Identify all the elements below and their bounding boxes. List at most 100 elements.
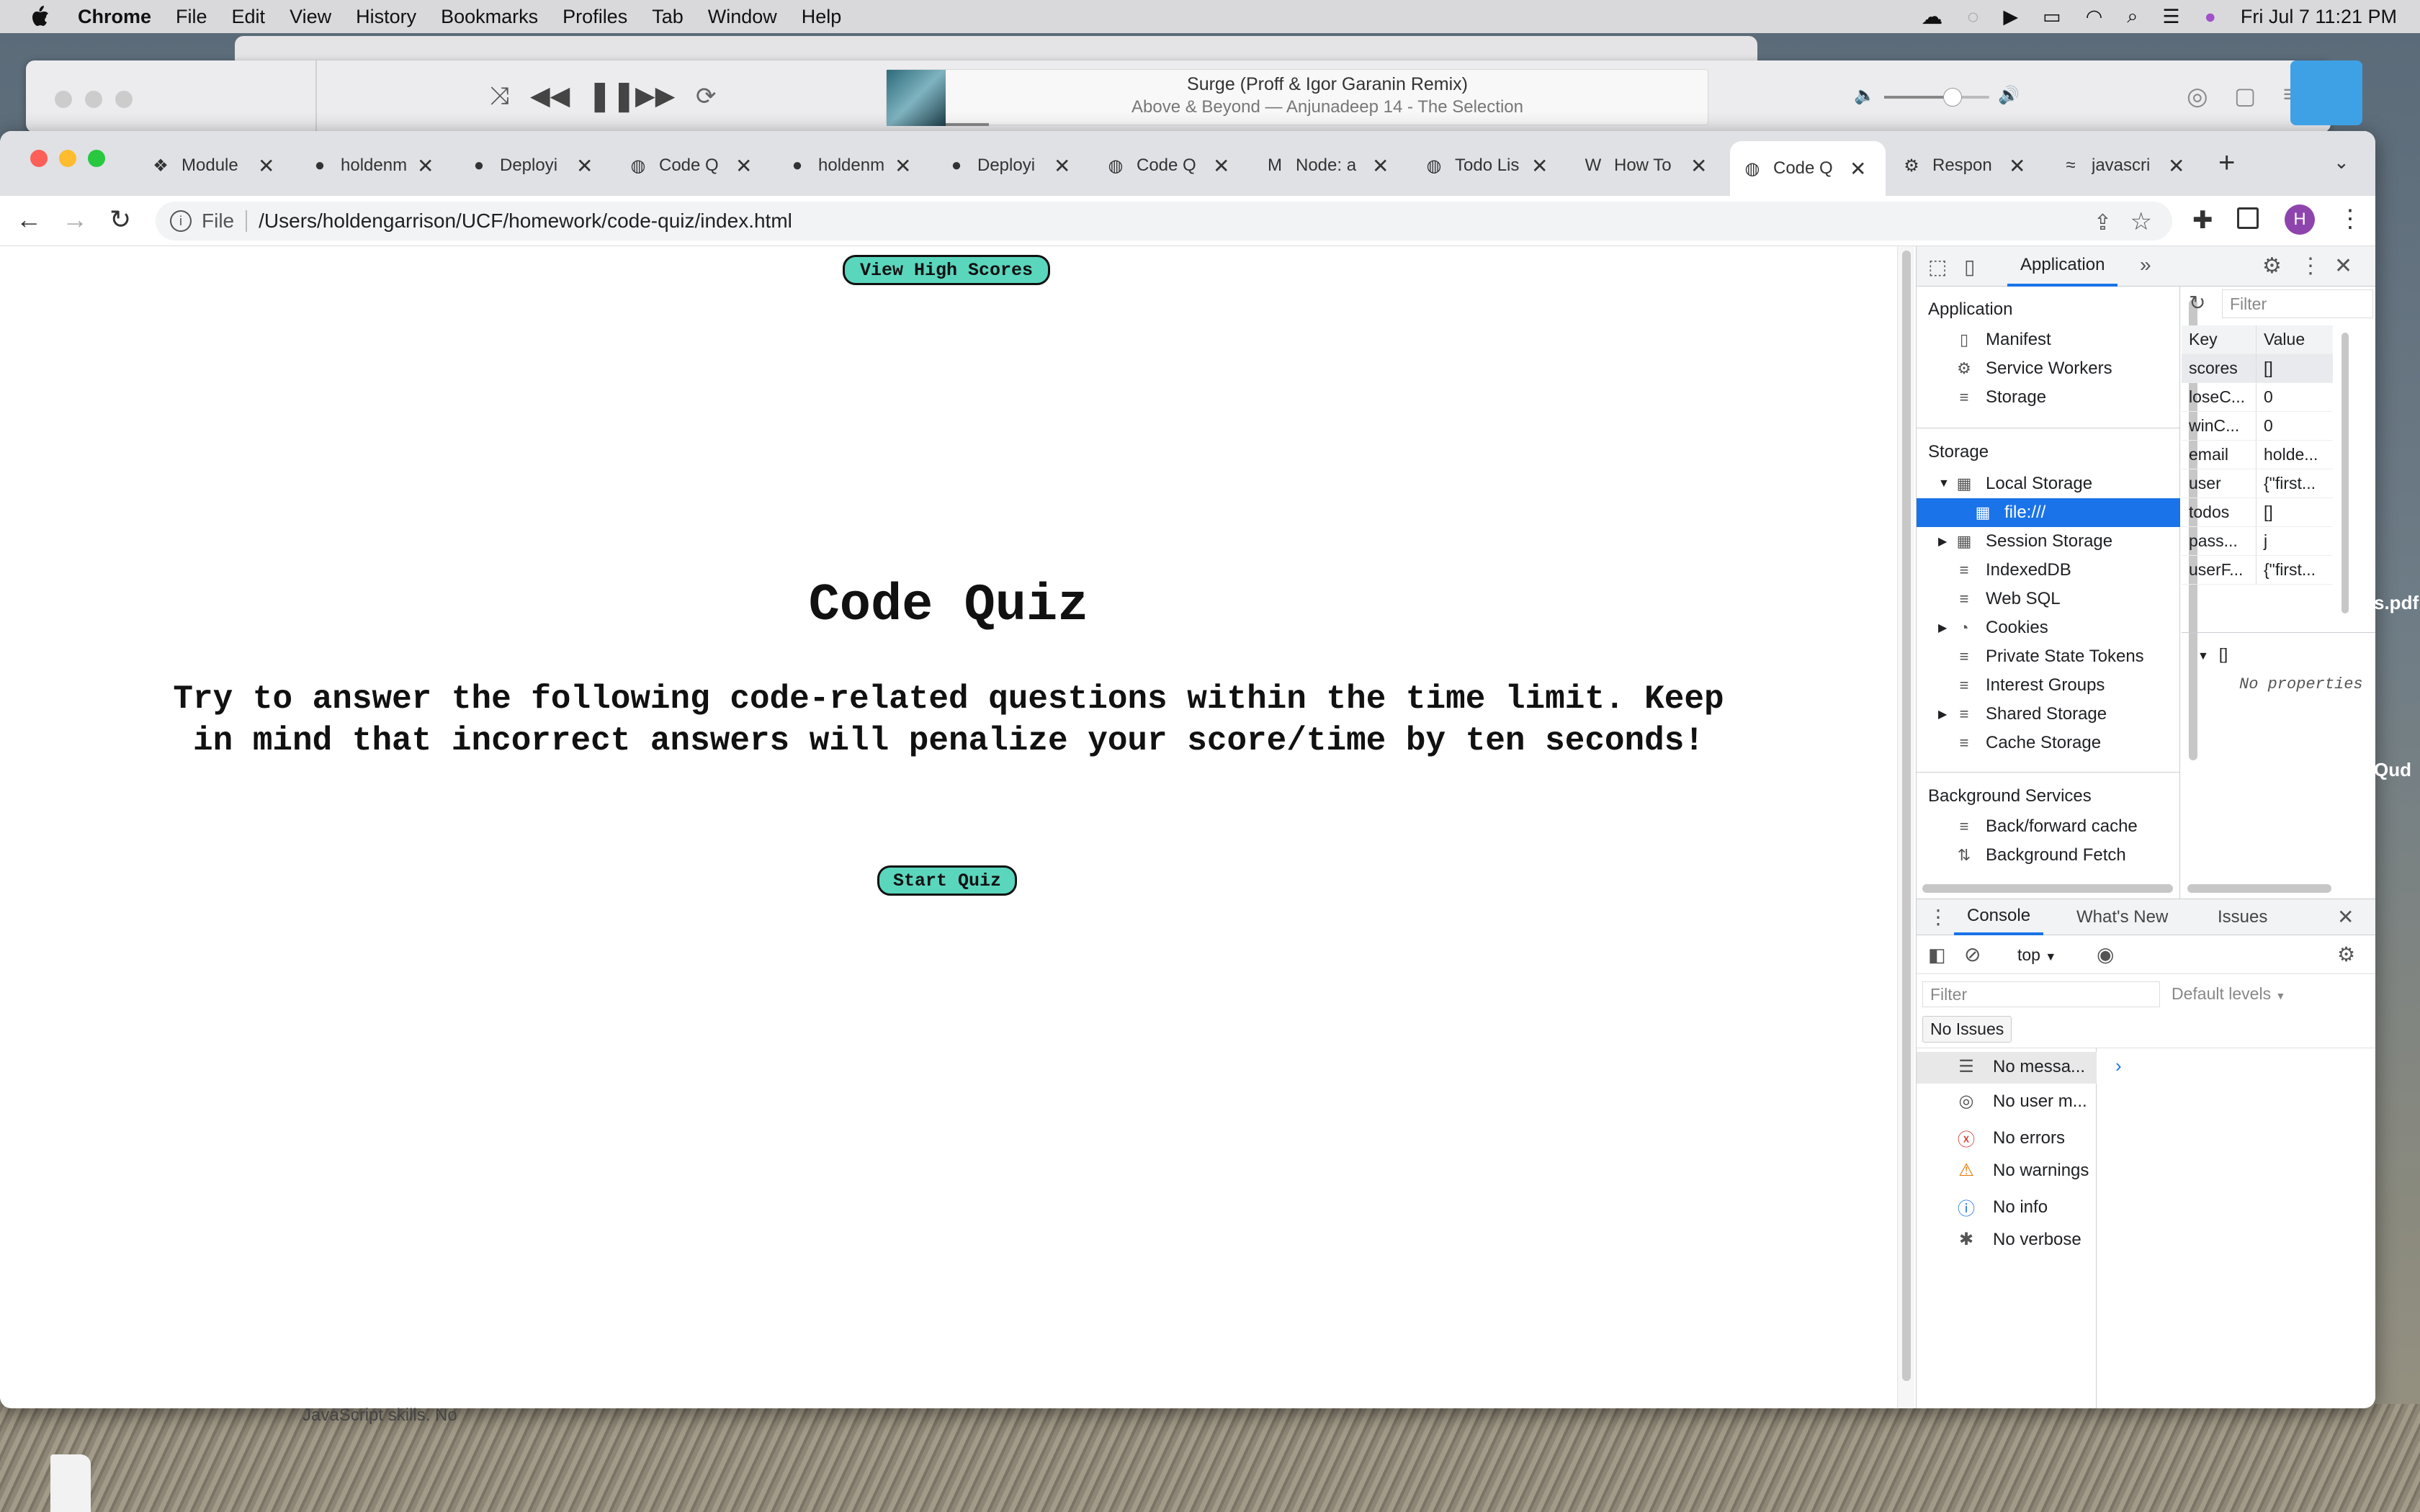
tab-console[interactable]: Console (1954, 899, 2044, 935)
menu-app-name[interactable]: Chrome (78, 6, 151, 28)
side-panel-icon[interactable] (2237, 207, 2259, 229)
table-row[interactable]: pass... j (2182, 527, 2333, 556)
tab-close-icon[interactable]: ✕ (1054, 154, 1070, 178)
tab-item[interactable]: ● Deployi ✕ (468, 145, 593, 186)
apple-logo-icon[interactable] (29, 4, 50, 29)
menu-file[interactable]: File (176, 6, 207, 28)
tab-close-icon[interactable]: ✕ (1850, 157, 1866, 181)
tab-close-icon[interactable]: ✕ (1531, 154, 1548, 178)
rewind-icon[interactable]: ◀◀ (530, 81, 570, 111)
menu-history[interactable]: History (356, 6, 416, 28)
live-expression-eye-icon[interactable]: ◉ (2097, 942, 2114, 966)
tab-application[interactable]: Application (2007, 246, 2118, 287)
table-row[interactable]: loseC... 0 (2182, 383, 2333, 412)
expand-down-icon[interactable]: ▼ (1938, 477, 1953, 490)
bookmark-star-icon[interactable]: ☆ (2130, 207, 2152, 236)
sidebar-item-manifest[interactable]: ▯ Manifest (1953, 325, 2051, 354)
preview-root[interactable]: ▼ [] (2197, 645, 2228, 664)
console-filter-item[interactable]: ☰ No messa... (1954, 1056, 2085, 1077)
column-header-key[interactable]: Key (2182, 325, 2257, 354)
sidebar-item-web-sql[interactable]: ≡ Web SQL (1953, 585, 2061, 613)
storage-filter-input[interactable]: Filter (2222, 289, 2373, 318)
pause-icon[interactable]: ❚❚ (588, 79, 636, 112)
expand-right-icon[interactable]: ▶ (1938, 534, 1953, 549)
menu-profiles[interactable]: Profiles (563, 6, 627, 28)
new-tab-button[interactable]: + (2218, 147, 2235, 179)
reload-button[interactable]: ↻ (109, 204, 131, 235)
refresh-icon[interactable]: ↻ (2189, 291, 2205, 315)
device-toolbar-icon[interactable]: ▯ (1964, 255, 1975, 279)
drawer-menu-icon[interactable]: ⋮ (1928, 905, 1948, 929)
loading-icon[interactable]: ◌ (1967, 6, 1978, 28)
console-filter-item[interactable]: ⓘ No info (1954, 1194, 2048, 1220)
clear-console-icon[interactable]: ⊘ (1964, 942, 1981, 966)
menu-edit[interactable]: Edit (232, 6, 266, 28)
address-bar[interactable]: i File /Users/holdengarrison/UCF/homewor… (156, 202, 2172, 240)
window-close-button[interactable] (30, 150, 48, 167)
table-row[interactable]: winC... 0 (2182, 412, 2333, 441)
table-v-scrollbar[interactable] (2341, 333, 2349, 613)
tab-item[interactable]: ≈ javascri ✕ (2060, 145, 2184, 186)
console-filter-input[interactable]: Filter (1922, 981, 2160, 1007)
sidebar-item-storage[interactable]: ≡ Storage (1953, 383, 2046, 412)
sidebar-h-scrollbar[interactable] (1922, 884, 2173, 893)
tab-item[interactable]: ● holdenm ✕ (786, 145, 912, 186)
minimize-dot[interactable] (85, 91, 102, 108)
back-button[interactable]: ← (16, 204, 42, 235)
table-h-scrollbar[interactable] (2187, 884, 2331, 893)
desktop-folder-label[interactable]: Qud (2374, 759, 2411, 781)
start-quiz-button[interactable]: Start Quiz (877, 865, 1017, 896)
volume-slider[interactable] (1884, 88, 1989, 107)
tab-close-icon[interactable]: ✕ (1372, 154, 1389, 178)
page-scrollbar[interactable] (1897, 246, 1914, 1408)
play-icon[interactable]: ▶ (2003, 6, 2018, 28)
view-high-scores-button[interactable]: View High Scores (843, 255, 1050, 285)
search-icon[interactable]: ⌕ (2127, 5, 2138, 28)
profile-avatar[interactable]: H (2285, 204, 2315, 235)
tab-whats-new[interactable]: What's New (2063, 899, 2181, 935)
tab-search-chevron-icon[interactable]: ⌄ (2334, 151, 2349, 174)
tab-item[interactable]: ◍ Code Q ✕ (627, 145, 753, 186)
tab-item[interactable]: ◍ Code Q ✕ (1105, 145, 1230, 186)
sidebar-item-service-workers[interactable]: ⚙ Service Workers (1953, 354, 2112, 383)
menu-window[interactable]: Window (708, 6, 777, 28)
forward-button[interactable]: → (62, 204, 88, 235)
shuffle-icon[interactable]: ⤨ (490, 82, 509, 110)
sidebar-item-cache-storage[interactable]: ≡ Cache Storage (1953, 729, 2102, 757)
document-icon[interactable] (50, 1454, 91, 1512)
tab-close-icon[interactable]: ✕ (1213, 154, 1229, 178)
expand-down-icon[interactable]: ▼ (2197, 650, 2209, 662)
control-center-icon[interactable]: ☰ (2162, 6, 2179, 28)
context-selector[interactable]: top ▼ (2017, 945, 2056, 965)
tab-close-icon[interactable]: ✕ (2168, 154, 2184, 178)
siri-icon[interactable]: ● (2205, 6, 2216, 28)
folder-icon[interactable] (2290, 60, 2362, 125)
lyrics-icon[interactable]: ▢ (2234, 82, 2256, 109)
table-row[interactable]: todos [] (2182, 498, 2333, 527)
menu-help[interactable]: Help (802, 6, 842, 28)
table-row[interactable]: email holde... (2182, 441, 2333, 469)
console-filter-item[interactable]: ⚠ No warnings (1954, 1160, 2089, 1181)
menu-tab[interactable]: Tab (652, 6, 684, 28)
log-levels-dropdown[interactable]: Default levels ▼ (2172, 984, 2285, 1004)
devtools-close-icon[interactable]: ✕ (2334, 253, 2352, 279)
tab-close-icon[interactable]: ✕ (2009, 154, 2025, 178)
drawer-close-icon[interactable]: ✕ (2337, 905, 2354, 929)
sidebar-item-shared-storage[interactable]: ▶ ≡ Shared Storage (1938, 700, 2107, 729)
tab-item[interactable]: ⚙ Respon ✕ (1901, 145, 2025, 186)
sidebar-item-file-origin[interactable]: ▦ file:/// (1917, 498, 2180, 527)
tab-close-icon[interactable]: ✕ (258, 154, 274, 178)
console-settings-gear-icon[interactable]: ⚙ (2337, 942, 2355, 966)
sidebar-item-private-state-tokens[interactable]: ≡ Private State Tokens (1953, 642, 2144, 671)
table-row[interactable]: user {"first... (2182, 469, 2333, 498)
expand-right-icon[interactable]: ▶ (1938, 621, 1953, 635)
sidebar-item-session-storage[interactable]: ▶ ▦ Session Storage (1938, 527, 2112, 556)
tab-item[interactable]: ● holdenm ✕ (309, 145, 434, 186)
repeat-icon[interactable]: ⟳ (696, 82, 717, 111)
tab-item[interactable]: ◍ Code Q ✕ (1730, 141, 1886, 196)
menu-clock[interactable]: Fri Jul 7 11:21 PM (2241, 6, 2397, 28)
sidebar-item-local-storage[interactable]: ▼ ▦ Local Storage (1938, 469, 2092, 498)
desktop-file-label[interactable]: s.pdf (2374, 592, 2419, 614)
tab-close-icon[interactable]: ✕ (895, 154, 911, 178)
window-minimize-button[interactable] (59, 150, 76, 167)
